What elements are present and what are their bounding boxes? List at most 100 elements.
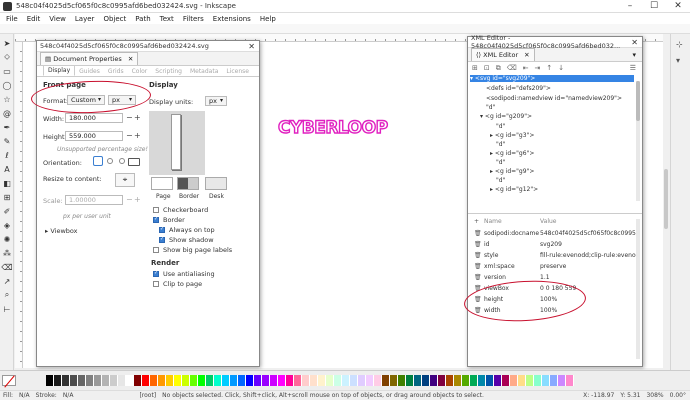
color-swatch[interactable] [318,375,326,386]
pen-tool-icon[interactable]: ✒ [2,122,12,132]
landscape-radio[interactable] [119,158,125,164]
unindent-node-icon[interactable]: ⇤ [523,64,529,72]
menu-help[interactable]: Help [260,15,276,23]
star-tool-icon[interactable]: ☆ [2,94,12,104]
xml-node[interactable]: ▸ <g id="g3"> [490,132,534,139]
menu-icon[interactable]: ☰ [630,64,636,72]
duplicate-node-icon[interactable]: ⧉ [496,64,501,73]
menu-view[interactable]: View [49,15,66,23]
close-tab-icon[interactable]: ✕ [128,55,133,63]
scale-minus-button[interactable]: − [126,195,133,204]
color-swatch[interactable] [262,375,270,386]
color-swatch[interactable] [566,375,574,386]
color-swatch[interactable] [126,375,134,386]
maximize-button[interactable]: ☐ [642,1,666,11]
color-swatch[interactable] [350,375,358,386]
xml-node[interactable]: "d" [496,159,505,166]
color-swatch[interactable] [358,375,366,386]
trash-icon[interactable]: 🗑 [474,230,484,237]
color-swatch[interactable] [134,375,142,386]
no-paint-swatch[interactable] [2,375,16,388]
color-swatch[interactable] [118,375,126,386]
tree-scrollbar[interactable] [636,81,640,201]
xml-node[interactable]: "d" [496,177,505,184]
vertical-ruler[interactable] [15,42,23,368]
menu-file[interactable]: File [6,15,18,23]
trash-icon[interactable]: 🗑 [474,263,484,270]
color-swatch[interactable] [334,375,342,386]
height-plus-button[interactable]: + [134,131,141,140]
color-swatch[interactable] [294,375,302,386]
color-swatch[interactable] [310,375,318,386]
attribute-row[interactable]: 🗑stylefill-rule:evenodd;clip-rule:evenod… [474,250,642,261]
attribute-row[interactable]: 🗑 sodipodi:docname 548c04f4025d5cf065f0c8c… [474,228,642,239]
color-swatch[interactable] [478,375,486,386]
xml-node[interactable]: ▾ <g id="g209"> [480,113,532,120]
menu-edit[interactable]: Edit [27,15,41,23]
connector-tool-icon[interactable]: ↗ [2,276,12,286]
color-swatch[interactable] [486,375,494,386]
color-swatch[interactable] [462,375,470,386]
text-tool-icon[interactable]: A [2,164,12,174]
pane-divider[interactable] [468,213,642,214]
dropper-tool-icon[interactable]: ✐ [2,206,12,216]
close-icon[interactable]: ✕ [248,42,255,51]
color-swatch[interactable] [326,375,334,386]
tab-menu-chevron-icon[interactable]: ▾ [632,51,636,59]
color-swatch[interactable] [366,375,374,386]
snap-options-icon[interactable]: ▾ [676,56,686,66]
color-swatch[interactable] [430,375,438,386]
color-swatch[interactable] [182,375,190,386]
paint-bucket-tool-icon[interactable]: ◈ [2,220,12,230]
color-swatch[interactable] [46,375,54,386]
menu-object[interactable]: Object [103,15,126,23]
eraser-tool-icon[interactable]: ⌫ [1,262,12,272]
resize-to-content-button[interactable]: ⌖ [115,173,135,187]
attribute-row[interactable]: 🗑 id svg209 [474,239,642,250]
delete-node-icon[interactable]: ⌫ [507,64,517,72]
color-swatch[interactable] [94,375,102,386]
subtab-color[interactable]: Color [128,67,152,76]
color-swatch[interactable] [206,375,214,386]
landscape-orientation-icon[interactable] [128,158,140,166]
indent-node-icon[interactable]: ⇥ [535,64,541,72]
raise-node-icon[interactable]: ↑ [546,64,552,72]
color-swatch[interactable] [270,375,278,386]
selector-tool-icon[interactable]: ➤ [2,38,12,48]
color-swatch[interactable] [86,375,94,386]
color-swatch[interactable] [238,375,246,386]
rotation-value[interactable]: 0.00° [670,392,686,399]
color-swatch[interactable] [102,375,110,386]
snap-icon[interactable]: ⊹ [676,40,686,50]
color-swatch[interactable] [70,375,78,386]
trash-icon[interactable]: 🗑 [474,241,484,248]
scale-field[interactable]: 1.00000 [65,195,123,205]
desk-color-swatch[interactable] [205,177,227,190]
color-swatch[interactable] [558,375,566,386]
pencil-tool-icon[interactable]: ✎ [2,136,12,146]
xml-node[interactable]: <sodipodi:namedview id="namedview209"> [486,95,622,102]
checkerboard-checkbox[interactable] [153,207,159,213]
tweak-tool-icon[interactable]: ✺ [2,234,12,244]
color-swatch[interactable] [518,375,526,386]
color-swatch[interactable] [342,375,350,386]
height-field[interactable]: 559.000 [65,131,123,141]
tab-xml-editor[interactable]: ⟨⟩ XML Editor ✕ [471,48,535,61]
color-swatch[interactable] [510,375,518,386]
color-swatch[interactable] [390,375,398,386]
always-on-top-checkbox[interactable] [159,226,165,233]
menu-path[interactable]: Path [135,15,150,23]
trash-icon[interactable]: 🗑 [474,252,484,259]
color-swatch[interactable] [438,375,446,386]
color-swatch[interactable] [382,375,390,386]
xml-node[interactable]: ▾ <svg id="svg209"> [470,75,634,82]
menu-extensions[interactable]: Extensions [213,15,251,23]
scrollbar-thumb[interactable] [664,169,668,229]
mesh-tool-icon[interactable]: ⊞ [2,192,12,202]
color-swatch[interactable] [302,375,310,386]
color-swatch[interactable] [470,375,478,386]
node-tool-icon[interactable]: ⬦ [2,52,12,62]
subtab-display[interactable]: Display [43,65,76,76]
portrait-orientation-icon[interactable] [93,156,103,166]
color-swatch[interactable] [550,375,558,386]
